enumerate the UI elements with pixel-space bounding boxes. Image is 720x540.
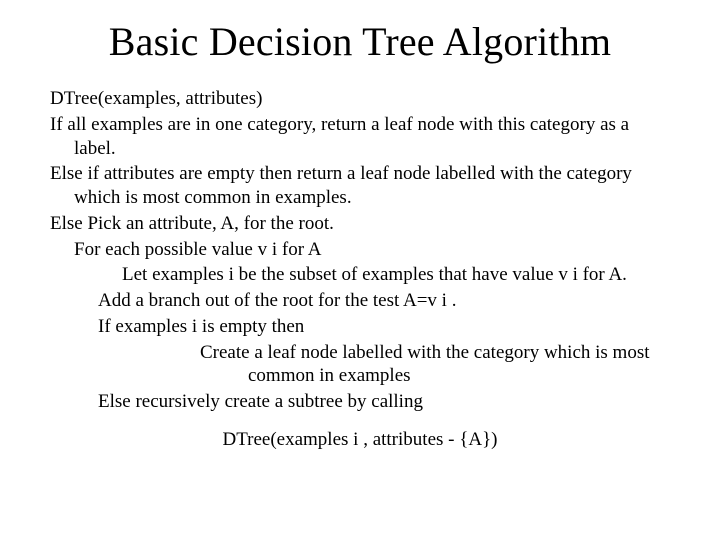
line-signature: DTree(examples, attributes)	[50, 87, 670, 111]
line-if-one-category: If all examples are in one category, ret…	[50, 113, 670, 161]
line-let-subset: Let examples i be the subset of examples…	[50, 263, 670, 287]
line-if-empty: If examples i is empty then	[50, 315, 670, 339]
line-for-each: For each possible value v i for A	[50, 238, 670, 262]
line-add-branch: Add a branch out of the root for the tes…	[50, 289, 670, 313]
slide-title: Basic Decision Tree Algorithm	[50, 18, 670, 65]
line-elseif-empty-attrs: Else if attributes are empty then return…	[50, 162, 670, 210]
line-create-leaf: Create a leaf node labelled with the cat…	[50, 341, 670, 389]
line-else-recurse: Else recursively create a subtree by cal…	[50, 390, 670, 414]
line-recursive-call: DTree(examples i , attributes - {A})	[50, 428, 670, 452]
algorithm-body: DTree(examples, attributes) If all examp…	[50, 87, 670, 452]
slide: Basic Decision Tree Algorithm DTree(exam…	[0, 0, 720, 540]
line-else-pick: Else Pick an attribute, A, for the root.	[50, 212, 670, 236]
